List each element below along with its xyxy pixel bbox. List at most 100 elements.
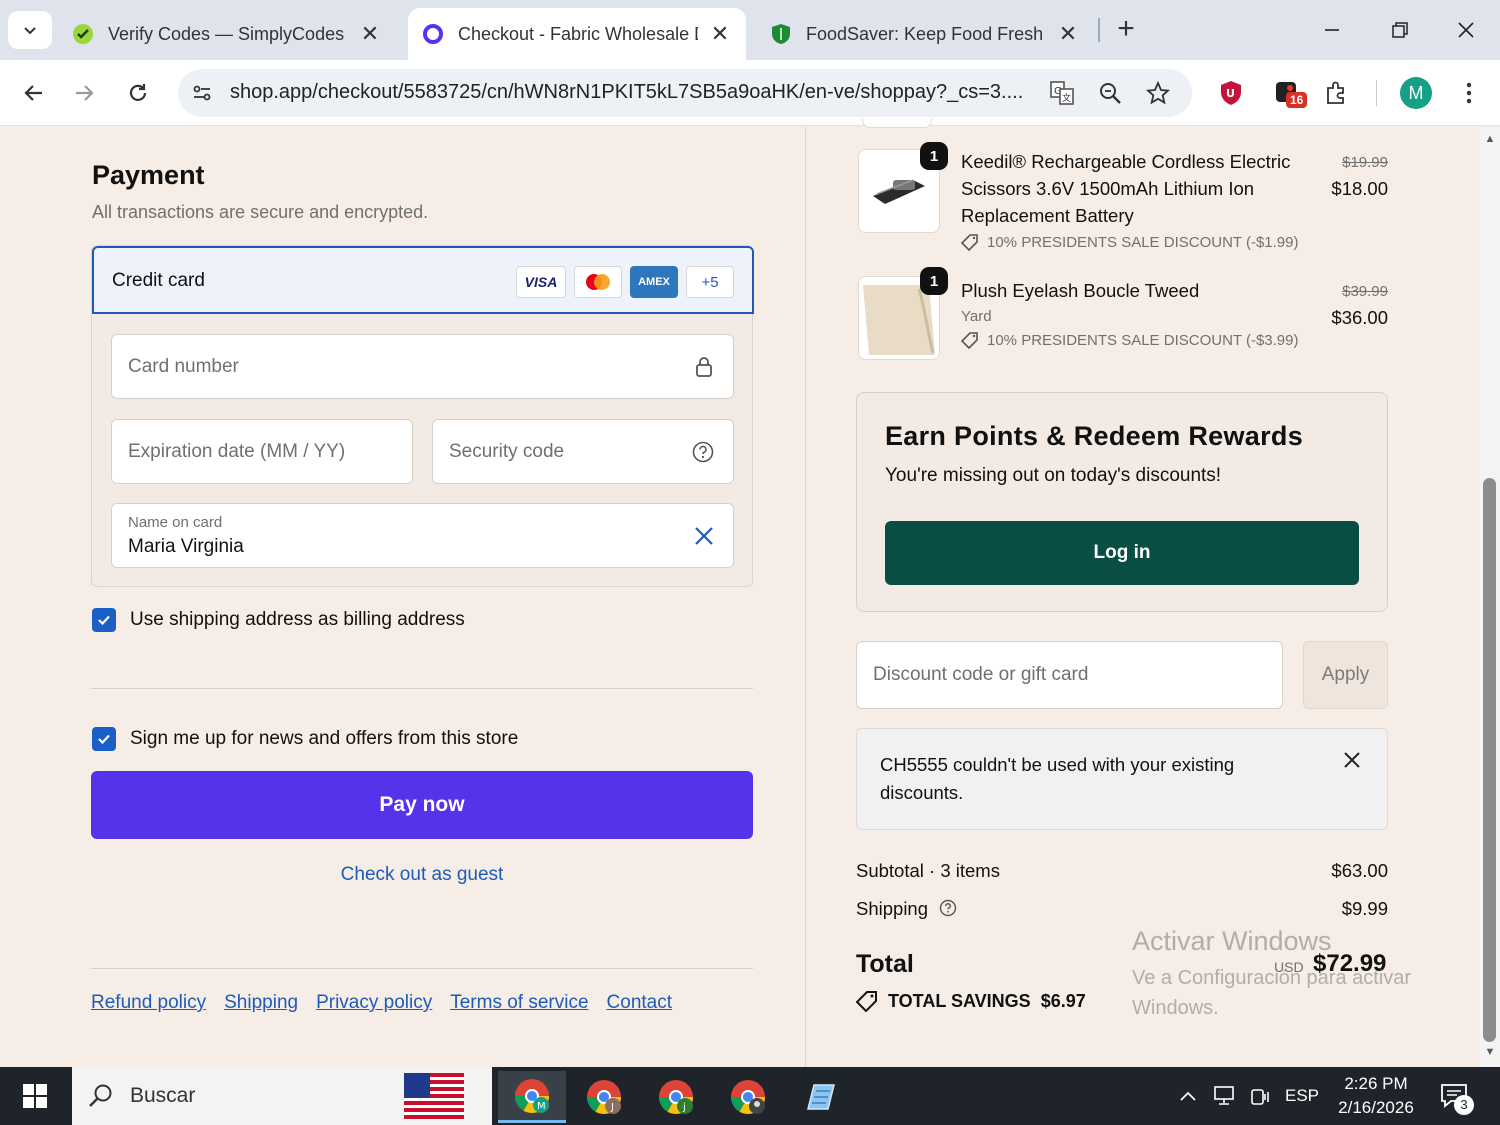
product-discount: 10% PRESIDENTS SALE DISCOUNT (-$1.99) — [961, 233, 1298, 251]
taskbar-chrome-m[interactable]: M — [498, 1071, 566, 1123]
tab-checkout[interactable]: Checkout - Fabric Wholesale Di ✕ — [408, 8, 746, 60]
apply-discount-button[interactable]: Apply — [1303, 641, 1388, 709]
newsletter-checkbox-row[interactable]: Sign me up for news and offers from this… — [92, 727, 518, 751]
shipping-link[interactable]: Shipping — [224, 992, 298, 1014]
taskbar-chrome-j2[interactable]: j — [642, 1071, 710, 1123]
shipping-help-icon[interactable] — [939, 899, 957, 922]
show-hidden-icons[interactable] — [1174, 1067, 1202, 1125]
notepad-icon — [807, 1084, 835, 1110]
foodsaver-favicon-icon — [770, 23, 792, 45]
billing-address-checkbox[interactable] — [92, 608, 116, 632]
zoom-icon[interactable] — [1096, 79, 1124, 107]
rewards-subtitle: You're missing out on today's discounts! — [885, 465, 1222, 486]
taskbar-clock[interactable]: 2:26 PM 2/16/2026 — [1330, 1072, 1422, 1120]
more-cards-badge: +5 — [686, 266, 734, 298]
checkout-as-guest-link[interactable]: Check out as guest — [91, 864, 753, 886]
discount-text: 10% PRESIDENTS SALE DISCOUNT (-$3.99) — [987, 331, 1299, 349]
restore-icon — [1392, 22, 1408, 38]
start-button[interactable] — [0, 1067, 70, 1125]
column-divider — [805, 127, 806, 1067]
svg-text:文: 文 — [1062, 92, 1071, 104]
newsletter-checkbox[interactable] — [92, 727, 116, 751]
clear-field-icon[interactable] — [692, 524, 716, 548]
close-tab-icon[interactable]: ✕ — [1056, 21, 1080, 47]
section-divider — [91, 688, 753, 689]
tab-search-button[interactable] — [8, 11, 52, 49]
discount-code-input[interactable]: Discount code or gift card — [856, 641, 1283, 709]
total-savings: TOTAL SAVINGS $6.97 — [856, 990, 1086, 1012]
back-button[interactable] — [14, 74, 52, 112]
terms-of-service-link[interactable]: Terms of service — [450, 992, 588, 1014]
translate-icon[interactable]: G文 — [1048, 79, 1076, 107]
expiration-date-field[interactable]: Expiration date (MM / YY) — [111, 419, 413, 484]
language-indicator[interactable]: ESP — [1282, 1067, 1322, 1125]
chrome-icon — [731, 1080, 765, 1114]
notification-center[interactable]: 3 — [1434, 1067, 1474, 1125]
log-in-button[interactable]: Log in — [885, 521, 1359, 585]
close-icon — [1458, 22, 1474, 38]
ublock-extension-icon[interactable]: U — [1214, 76, 1248, 110]
browser-menu-icon[interactable] — [1452, 76, 1486, 110]
taskbar-search-text: Buscar — [130, 1084, 196, 1107]
taskbar-notepad[interactable] — [786, 1071, 854, 1123]
expiration-placeholder: Expiration date (MM / YY) — [128, 441, 346, 462]
close-tab-icon[interactable]: ✕ — [708, 21, 732, 47]
new-tab-button[interactable]: + — [1112, 14, 1140, 46]
subtotal-value: $63.00 — [1331, 860, 1388, 881]
reload-button[interactable] — [119, 74, 157, 112]
card-number-field[interactable]: Card number — [111, 334, 734, 399]
site-settings-icon[interactable] — [188, 79, 216, 107]
subtotal-label: Subtotal · 3 items — [856, 860, 1000, 881]
item-price: $18.00 — [1331, 178, 1388, 199]
taskbar-chrome-profile[interactable] — [714, 1071, 782, 1123]
scroll-down-icon[interactable]: ▼ — [1484, 1046, 1496, 1058]
address-bar[interactable]: shop.app/checkout/5583725/cn/hWN8rN1PKIT… — [178, 69, 1192, 117]
contact-link[interactable]: Contact — [607, 992, 672, 1014]
svg-text:M: M — [537, 1101, 546, 1112]
profile-avatar[interactable]: M — [1400, 77, 1432, 109]
shop-favicon-icon — [422, 23, 444, 45]
reload-icon — [129, 84, 147, 101]
discount-text: 10% PRESIDENTS SALE DISCOUNT (-$1.99) — [987, 233, 1299, 251]
refund-policy-link[interactable]: Refund policy — [91, 992, 206, 1014]
newsletter-label: Sign me up for news and offers from this… — [130, 728, 519, 749]
shipping-value: $9.99 — [1341, 898, 1388, 919]
volume-icon[interactable] — [1246, 1067, 1274, 1125]
tab-simplycodes[interactable]: Verify Codes — SimplyCodes ✕ — [58, 8, 396, 60]
privacy-policy-link[interactable]: Privacy policy — [316, 992, 432, 1014]
billing-address-checkbox-row[interactable]: Use shipping address as billing address — [92, 608, 465, 632]
restore-button[interactable] — [1380, 12, 1420, 48]
tab-foodsaver[interactable]: FoodSaver: Keep Food Fresh wi ✕ — [756, 8, 1094, 60]
scroll-up-icon[interactable]: ▲ — [1484, 133, 1496, 145]
extension-badge: 16 — [1286, 92, 1308, 108]
clock-date: 2/16/2026 — [1338, 1098, 1414, 1117]
close-icon[interactable] — [1343, 751, 1365, 773]
name-on-card-field[interactable]: Name on card Maria Virginia — [111, 503, 734, 568]
discount-placeholder: Discount code or gift card — [873, 664, 1089, 685]
card-number-placeholder: Card number — [128, 356, 239, 377]
security-code-placeholder: Security code — [449, 441, 565, 462]
taskbar-search-box[interactable]: Buscar — [72, 1067, 492, 1125]
close-tab-icon[interactable]: ✕ — [358, 21, 382, 47]
tag-icon — [856, 991, 877, 1012]
network-icon[interactable] — [1210, 1067, 1240, 1125]
watermark-title: Activar Windows — [1132, 926, 1332, 956]
simplycodes-favicon-icon — [72, 23, 94, 45]
minimize-button[interactable] — [1312, 12, 1352, 48]
bookmark-star-icon[interactable] — [1144, 79, 1172, 107]
name-on-card-label: Name on card — [128, 514, 223, 531]
chrome-icon: j — [659, 1080, 693, 1114]
credit-card-option[interactable]: Credit card VISA AMEX +5 — [92, 246, 754, 314]
extensions-puzzle-icon[interactable] — [1320, 76, 1354, 110]
forward-button[interactable] — [66, 74, 104, 112]
pay-now-button[interactable]: Pay now — [91, 771, 753, 839]
close-window-button[interactable] — [1446, 12, 1486, 48]
windows-taskbar: Buscar M J j ESP 2:26 PM 2/16/2026 3 — [0, 1067, 1500, 1125]
help-icon[interactable] — [691, 440, 715, 464]
taskbar-chrome-j[interactable]: J — [570, 1071, 638, 1123]
notifications-extension-icon[interactable]: 16 — [1270, 76, 1308, 110]
payment-subtitle: All transactions are secure and encrypte… — [92, 202, 429, 222]
scrollbar-thumb[interactable] — [1483, 478, 1496, 1042]
clock-time: 2:26 PM — [1344, 1074, 1408, 1093]
security-code-field[interactable]: Security code — [432, 419, 734, 484]
